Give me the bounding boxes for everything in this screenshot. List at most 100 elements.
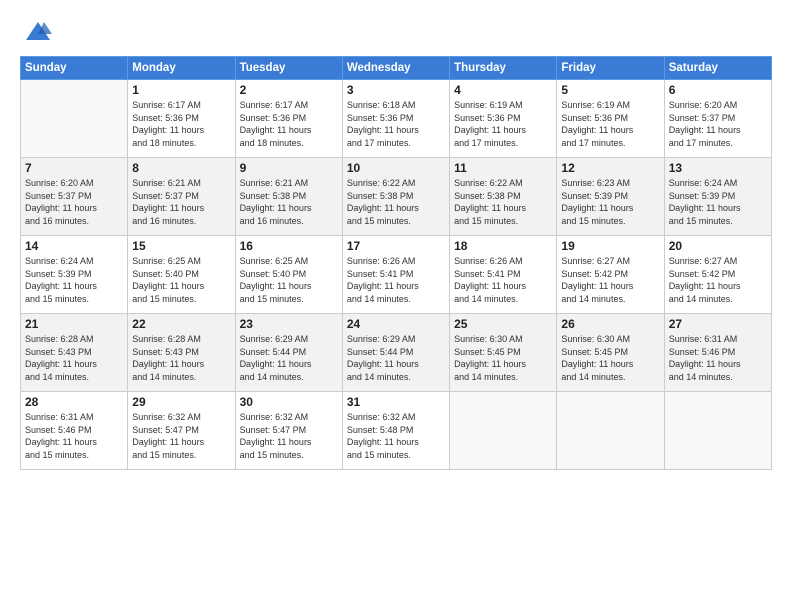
day-info: Sunrise: 6:31 AM Sunset: 5:46 PM Dayligh… [25, 411, 123, 461]
calendar-cell: 18Sunrise: 6:26 AM Sunset: 5:41 PM Dayli… [450, 236, 557, 314]
calendar-cell [664, 392, 771, 470]
day-info: Sunrise: 6:24 AM Sunset: 5:39 PM Dayligh… [669, 177, 767, 227]
day-number: 17 [347, 239, 445, 253]
day-number: 7 [25, 161, 123, 175]
header [20, 18, 772, 46]
calendar-cell: 13 Sunrise: 6:24 AM Sunset: 5:39 PM Dayli… [664, 158, 771, 236]
day-number: 13 [669, 161, 767, 175]
weekday-header: Wednesday [342, 57, 449, 80]
calendar-week-row: 21 Sunrise: 6:28 AM Sunset: 5:43 PM Dayli… [21, 314, 772, 392]
day-number: 30 [240, 395, 338, 409]
day-info: Sunrise: 6:17 AM Sunset: 5:36 PM Dayligh… [240, 99, 338, 149]
weekday-header: Tuesday [235, 57, 342, 80]
calendar-cell: 5 Sunrise: 6:19 AM Sunset: 5:36 PM Daylig… [557, 80, 664, 158]
day-number: 3 [347, 83, 445, 97]
day-info: Sunrise: 6:24 AM Sunset: 5:39 PM Dayligh… [25, 255, 123, 305]
day-info: Sunrise: 6:32 AM Sunset: 5:48 PM Dayligh… [347, 411, 445, 461]
day-number: 25 [454, 317, 552, 331]
calendar-cell: 1Sunrise: 6:17 AM Sunset: 5:36 PM Daylig… [128, 80, 235, 158]
day-number: 10 [347, 161, 445, 175]
day-info: Sunrise: 6:26 AM Sunset: 5:41 PM Dayligh… [347, 255, 445, 305]
day-number: 12 [561, 161, 659, 175]
calendar-cell: 15 Sunrise: 6:25 AM Sunset: 5:40 PM Dayli… [128, 236, 235, 314]
day-info: Sunrise: 6:27 AM Sunset: 5:42 PM Dayligh… [561, 255, 659, 305]
day-info: Sunrise: 6:28 AM Sunset: 5:43 PM Dayligh… [25, 333, 123, 383]
calendar-cell: 14 Sunrise: 6:24 AM Sunset: 5:39 PM Dayli… [21, 236, 128, 314]
day-info: Sunrise: 6:23 AM Sunset: 5:39 PM Dayligh… [561, 177, 659, 227]
calendar-cell: 26 Sunrise: 6:30 AM Sunset: 5:45 PM Dayli… [557, 314, 664, 392]
day-number: 11 [454, 161, 552, 175]
day-number: 5 [561, 83, 659, 97]
calendar-cell: 12 Sunrise: 6:23 AM Sunset: 5:39 PM Dayli… [557, 158, 664, 236]
day-info: Sunrise: 6:19 AM Sunset: 5:36 PM Dayligh… [454, 99, 552, 149]
page: SundayMondayTuesdayWednesdayThursdayFrid… [0, 0, 792, 612]
day-info: Sunrise: 6:18 AM Sunset: 5:36 PM Dayligh… [347, 99, 445, 149]
calendar-cell: 19 Sunrise: 6:27 AM Sunset: 5:42 PM Dayli… [557, 236, 664, 314]
weekday-header: Saturday [664, 57, 771, 80]
day-number: 14 [25, 239, 123, 253]
day-number: 20 [669, 239, 767, 253]
day-number: 29 [132, 395, 230, 409]
day-info: Sunrise: 6:22 AM Sunset: 5:38 PM Dayligh… [347, 177, 445, 227]
calendar-cell: 9 Sunrise: 6:21 AM Sunset: 5:38 PM Daylig… [235, 158, 342, 236]
calendar-cell [557, 392, 664, 470]
logo [20, 18, 52, 46]
day-number: 21 [25, 317, 123, 331]
calendar-cell: 16 Sunrise: 6:25 AM Sunset: 5:40 PM Dayli… [235, 236, 342, 314]
calendar-cell: 3 Sunrise: 6:18 AM Sunset: 5:36 PM Daylig… [342, 80, 449, 158]
calendar-cell: 27Sunrise: 6:31 AM Sunset: 5:46 PM Dayli… [664, 314, 771, 392]
day-info: Sunrise: 6:21 AM Sunset: 5:38 PM Dayligh… [240, 177, 338, 227]
day-info: Sunrise: 6:32 AM Sunset: 5:47 PM Dayligh… [132, 411, 230, 461]
logo-icon [24, 18, 52, 46]
weekday-header: Friday [557, 57, 664, 80]
weekday-header: Monday [128, 57, 235, 80]
calendar-cell: 11 Sunrise: 6:22 AM Sunset: 5:38 PM Dayli… [450, 158, 557, 236]
weekday-header: Sunday [21, 57, 128, 80]
calendar-cell [21, 80, 128, 158]
day-number: 1 [132, 83, 230, 97]
day-info: Sunrise: 6:30 AM Sunset: 5:45 PM Dayligh… [454, 333, 552, 383]
calendar-cell: 10 Sunrise: 6:22 AM Sunset: 5:38 PM Dayli… [342, 158, 449, 236]
day-info: Sunrise: 6:19 AM Sunset: 5:36 PM Dayligh… [561, 99, 659, 149]
calendar-cell: 23 Sunrise: 6:29 AM Sunset: 5:44 PM Dayli… [235, 314, 342, 392]
day-number: 4 [454, 83, 552, 97]
day-number: 31 [347, 395, 445, 409]
day-number: 9 [240, 161, 338, 175]
calendar-cell: 22Sunrise: 6:28 AM Sunset: 5:43 PM Dayli… [128, 314, 235, 392]
calendar-week-row: 1 Sunrise: 6:17 AM Sunset: 5:36 PM Daylig… [21, 80, 772, 158]
day-info: Sunrise: 6:20 AM Sunset: 5:37 PM Dayligh… [25, 177, 123, 227]
day-info: Sunrise: 6:30 AM Sunset: 5:45 PM Dayligh… [561, 333, 659, 383]
calendar-cell: 25 Sunrise: 6:30 AM Sunset: 5:45 PM Dayli… [450, 314, 557, 392]
calendar-cell: 6Sunrise: 6:20 AM Sunset: 5:37 PM Daylig… [664, 80, 771, 158]
day-number: 28 [25, 395, 123, 409]
day-number: 18 [454, 239, 552, 253]
day-number: 19 [561, 239, 659, 253]
day-info: Sunrise: 6:21 AM Sunset: 5:37 PM Dayligh… [132, 177, 230, 227]
calendar-cell: 17 Sunrise: 6:26 AM Sunset: 5:41 PM Dayli… [342, 236, 449, 314]
day-number: 16 [240, 239, 338, 253]
day-number: 15 [132, 239, 230, 253]
calendar-cell: 7 Sunrise: 6:20 AM Sunset: 5:37 PM Daylig… [21, 158, 128, 236]
day-info: Sunrise: 6:22 AM Sunset: 5:38 PM Dayligh… [454, 177, 552, 227]
calendar-cell: 4 Sunrise: 6:19 AM Sunset: 5:36 PM Daylig… [450, 80, 557, 158]
day-number: 6 [669, 83, 767, 97]
day-number: 22 [132, 317, 230, 331]
calendar-cell: 21 Sunrise: 6:28 AM Sunset: 5:43 PM Dayli… [21, 314, 128, 392]
day-number: 23 [240, 317, 338, 331]
calendar-cell: 28 Sunrise: 6:31 AM Sunset: 5:46 PM Dayli… [21, 392, 128, 470]
calendar-week-row: 14 Sunrise: 6:24 AM Sunset: 5:39 PM Dayli… [21, 236, 772, 314]
day-number: 26 [561, 317, 659, 331]
calendar-cell: 24Sunrise: 6:29 AM Sunset: 5:44 PM Dayli… [342, 314, 449, 392]
day-number: 2 [240, 83, 338, 97]
weekday-header: Thursday [450, 57, 557, 80]
calendar-cell [450, 392, 557, 470]
calendar-cell: 2 Sunrise: 6:17 AM Sunset: 5:36 PM Daylig… [235, 80, 342, 158]
day-info: Sunrise: 6:32 AM Sunset: 5:47 PM Dayligh… [240, 411, 338, 461]
day-info: Sunrise: 6:25 AM Sunset: 5:40 PM Dayligh… [132, 255, 230, 305]
day-info: Sunrise: 6:29 AM Sunset: 5:44 PM Dayligh… [240, 333, 338, 383]
day-info: Sunrise: 6:25 AM Sunset: 5:40 PM Dayligh… [240, 255, 338, 305]
day-info: Sunrise: 6:31 AM Sunset: 5:46 PM Dayligh… [669, 333, 767, 383]
day-info: Sunrise: 6:29 AM Sunset: 5:44 PM Dayligh… [347, 333, 445, 383]
day-number: 8 [132, 161, 230, 175]
calendar-cell: 31 Sunrise: 6:32 AM Sunset: 5:48 PM Dayli… [342, 392, 449, 470]
